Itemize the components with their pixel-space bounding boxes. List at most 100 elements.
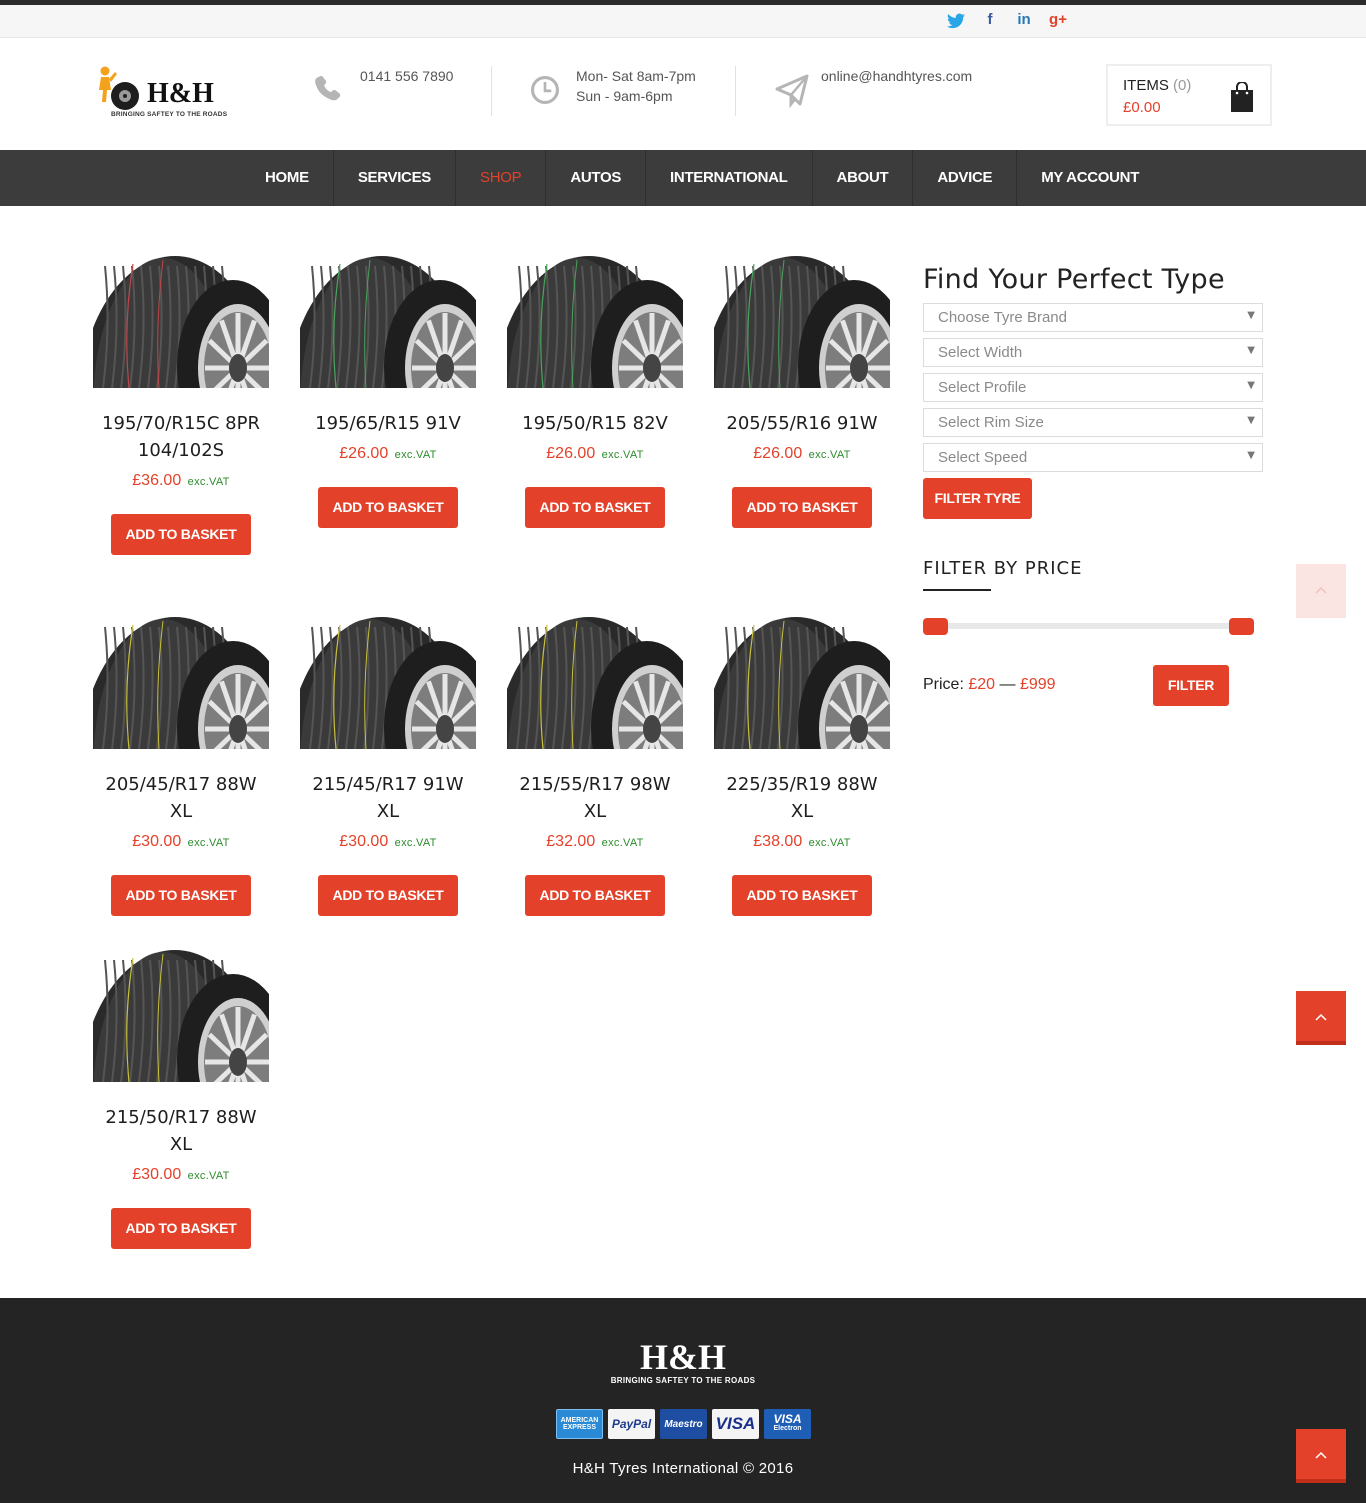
social-bar: f in g+: [0, 5, 1366, 38]
product-title[interactable]: 225/35/R19 88W XL: [712, 771, 892, 825]
add-to-basket-button[interactable]: ADD TO BASKET: [318, 875, 458, 916]
card-label: PayPal: [611, 1417, 652, 1431]
payment-methods: AMERICAN EXPRESS PayPal Maestro VISA VIS…: [556, 1409, 811, 1439]
mini-cart[interactable]: ITEMS (0) £0.00: [1106, 64, 1272, 126]
cart-items-label: ITEMS: [1123, 77, 1169, 94]
product-title[interactable]: 205/55/R16 91W: [712, 410, 892, 437]
price-max-value: £999: [1019, 676, 1056, 693]
price-amount: £30.00: [339, 833, 389, 850]
nav-link-autos[interactable]: AUTOS: [546, 150, 645, 206]
nav-link-home[interactable]: HOME: [241, 150, 333, 206]
price-min-handle[interactable]: [923, 618, 948, 635]
visa-electron-icon: VISA Electron: [764, 1409, 811, 1439]
product-title[interactable]: 215/45/R17 91W XL: [298, 771, 478, 825]
product-image[interactable]: [93, 617, 269, 749]
product-card: 225/35/R19 88W XL £38.00 exc.VAT ADD TO …: [712, 617, 892, 916]
product-title[interactable]: 215/55/R17 98W XL: [505, 771, 685, 825]
product-card: 205/45/R17 88W XL £30.00 exc.VAT ADD TO …: [91, 617, 271, 916]
clock-icon: [531, 76, 559, 104]
scroll-to-top-button[interactable]: [1296, 991, 1346, 1045]
price-separator: —: [999, 676, 1016, 693]
product-title[interactable]: 195/65/R15 91V: [298, 410, 478, 437]
dropdown-arrow-icon: ▼: [1247, 380, 1255, 391]
product-image[interactable]: [507, 617, 683, 749]
facebook-icon[interactable]: f: [979, 9, 1001, 31]
opening-hours: Mon- Sat 8am-7pm Sun - 9am-6pm: [576, 66, 696, 106]
phone-icon: [315, 75, 341, 101]
product-image[interactable]: [714, 617, 890, 749]
profile-select[interactable]: Select Profile ▼: [923, 373, 1263, 402]
select-label: Select Profile: [938, 379, 1027, 396]
product-title[interactable]: 205/45/R17 88W XL: [91, 771, 271, 825]
chevron-up-icon[interactable]: [1296, 564, 1346, 618]
price-vat-note: exc.VAT: [394, 449, 437, 461]
dropdown-arrow-icon: ▼: [1247, 345, 1255, 356]
footer-logo[interactable]: H&H BRINGING SAFTEY TO THE ROADS: [0, 1338, 1366, 1385]
linkedin-icon[interactable]: in: [1013, 9, 1035, 31]
add-to-basket-button[interactable]: ADD TO BASKET: [111, 875, 251, 916]
site-logo[interactable]: H&H BRINGING SAFTEY TO THE ROADS: [95, 64, 235, 124]
cart-items-count: (0): [1173, 77, 1192, 94]
product-card: 195/65/R15 91V £26.00 exc.VAT ADD TO BAS…: [298, 256, 478, 528]
product-price: £26.00 exc.VAT: [298, 445, 478, 463]
nav-item-services: SERVICES: [334, 150, 456, 206]
nav-link-services[interactable]: SERVICES: [334, 150, 455, 206]
product-title[interactable]: 195/50/R15 82V: [505, 410, 685, 437]
price-amount: £26.00: [339, 445, 389, 462]
nav-link-shop[interactable]: SHOP: [456, 150, 545, 206]
product-card: 205/55/R16 91W £26.00 exc.VAT ADD TO BAS…: [712, 256, 892, 528]
add-to-basket-button[interactable]: ADD TO BASKET: [111, 514, 251, 555]
product-image[interactable]: [300, 617, 476, 749]
nav-link-international[interactable]: INTERNATIONAL: [646, 150, 811, 206]
nav-item-shop: SHOP: [456, 150, 547, 206]
tyre-brand-select[interactable]: Choose Tyre Brand ▼: [923, 303, 1263, 332]
chevron-up-icon: [1315, 1451, 1327, 1459]
add-to-basket-button[interactable]: ADD TO BASKET: [318, 487, 458, 528]
width-select[interactable]: Select Width ▼: [923, 338, 1263, 367]
speed-select[interactable]: Select Speed ▼: [923, 443, 1263, 472]
add-to-basket-button[interactable]: ADD TO BASKET: [732, 487, 872, 528]
header-divider: [735, 66, 736, 116]
copyright: H&H Tyres International © 2016: [572, 1460, 794, 1477]
dropdown-arrow-icon: ▼: [1247, 415, 1255, 426]
nav-item-advice: ADVICE: [913, 150, 1018, 206]
price-range-slider[interactable]: [930, 623, 1246, 629]
product-image[interactable]: [93, 950, 269, 1082]
add-to-basket-button[interactable]: ADD TO BASKET: [525, 875, 665, 916]
add-to-basket-button[interactable]: ADD TO BASKET: [732, 875, 872, 916]
price-vat-note: exc.VAT: [394, 837, 437, 849]
shopping-bag-icon: [1231, 82, 1253, 112]
contact-hours: Mon- Sat 8am-7pm Sun - 9am-6pm: [529, 66, 696, 106]
price-vat-note: exc.VAT: [808, 449, 851, 461]
product-image[interactable]: [93, 256, 269, 388]
email-address[interactable]: online@handhtyres.com: [821, 66, 972, 86]
site-header: H&H BRINGING SAFTEY TO THE ROADS 0141 55…: [0, 38, 1366, 150]
rim-size-select[interactable]: Select Rim Size ▼: [923, 408, 1263, 437]
add-to-basket-button[interactable]: ADD TO BASKET: [525, 487, 665, 528]
nav-link-my-account[interactable]: MY ACCOUNT: [1017, 150, 1163, 206]
price-filter-button[interactable]: FILTER: [1153, 665, 1229, 706]
google-plus-icon[interactable]: g+: [1047, 9, 1069, 31]
price-max-handle[interactable]: [1229, 618, 1254, 635]
product-title[interactable]: 215/50/R17 88W XL: [91, 1104, 271, 1158]
price-amount: £30.00: [132, 833, 182, 850]
paper-plane-icon: [775, 74, 809, 108]
product-image[interactable]: [714, 256, 890, 388]
scroll-to-top-button[interactable]: [1296, 1429, 1346, 1483]
tyre-image: [93, 256, 269, 388]
filter-tyre-button[interactable]: FILTER TYRE: [923, 478, 1032, 519]
twitter-icon[interactable]: [945, 9, 967, 31]
add-to-basket-button[interactable]: ADD TO BASKET: [111, 1208, 251, 1249]
product-price: £26.00 exc.VAT: [712, 445, 892, 463]
nav-link-advice[interactable]: ADVICE: [913, 150, 1016, 206]
product-image[interactable]: [507, 256, 683, 388]
nav-link-about[interactable]: ABOUT: [813, 150, 913, 206]
nav-item-my-account: MY ACCOUNT: [1017, 150, 1163, 206]
tyre-image: [507, 617, 683, 749]
price-amount: £38.00: [753, 833, 803, 850]
dropdown-arrow-icon: ▼: [1247, 450, 1255, 461]
select-label: Select Rim Size: [938, 414, 1044, 431]
maestro-icon: Maestro: [660, 1409, 707, 1439]
product-image[interactable]: [300, 256, 476, 388]
product-title[interactable]: 195/70/R15C 8PR 104/102S: [91, 410, 271, 464]
